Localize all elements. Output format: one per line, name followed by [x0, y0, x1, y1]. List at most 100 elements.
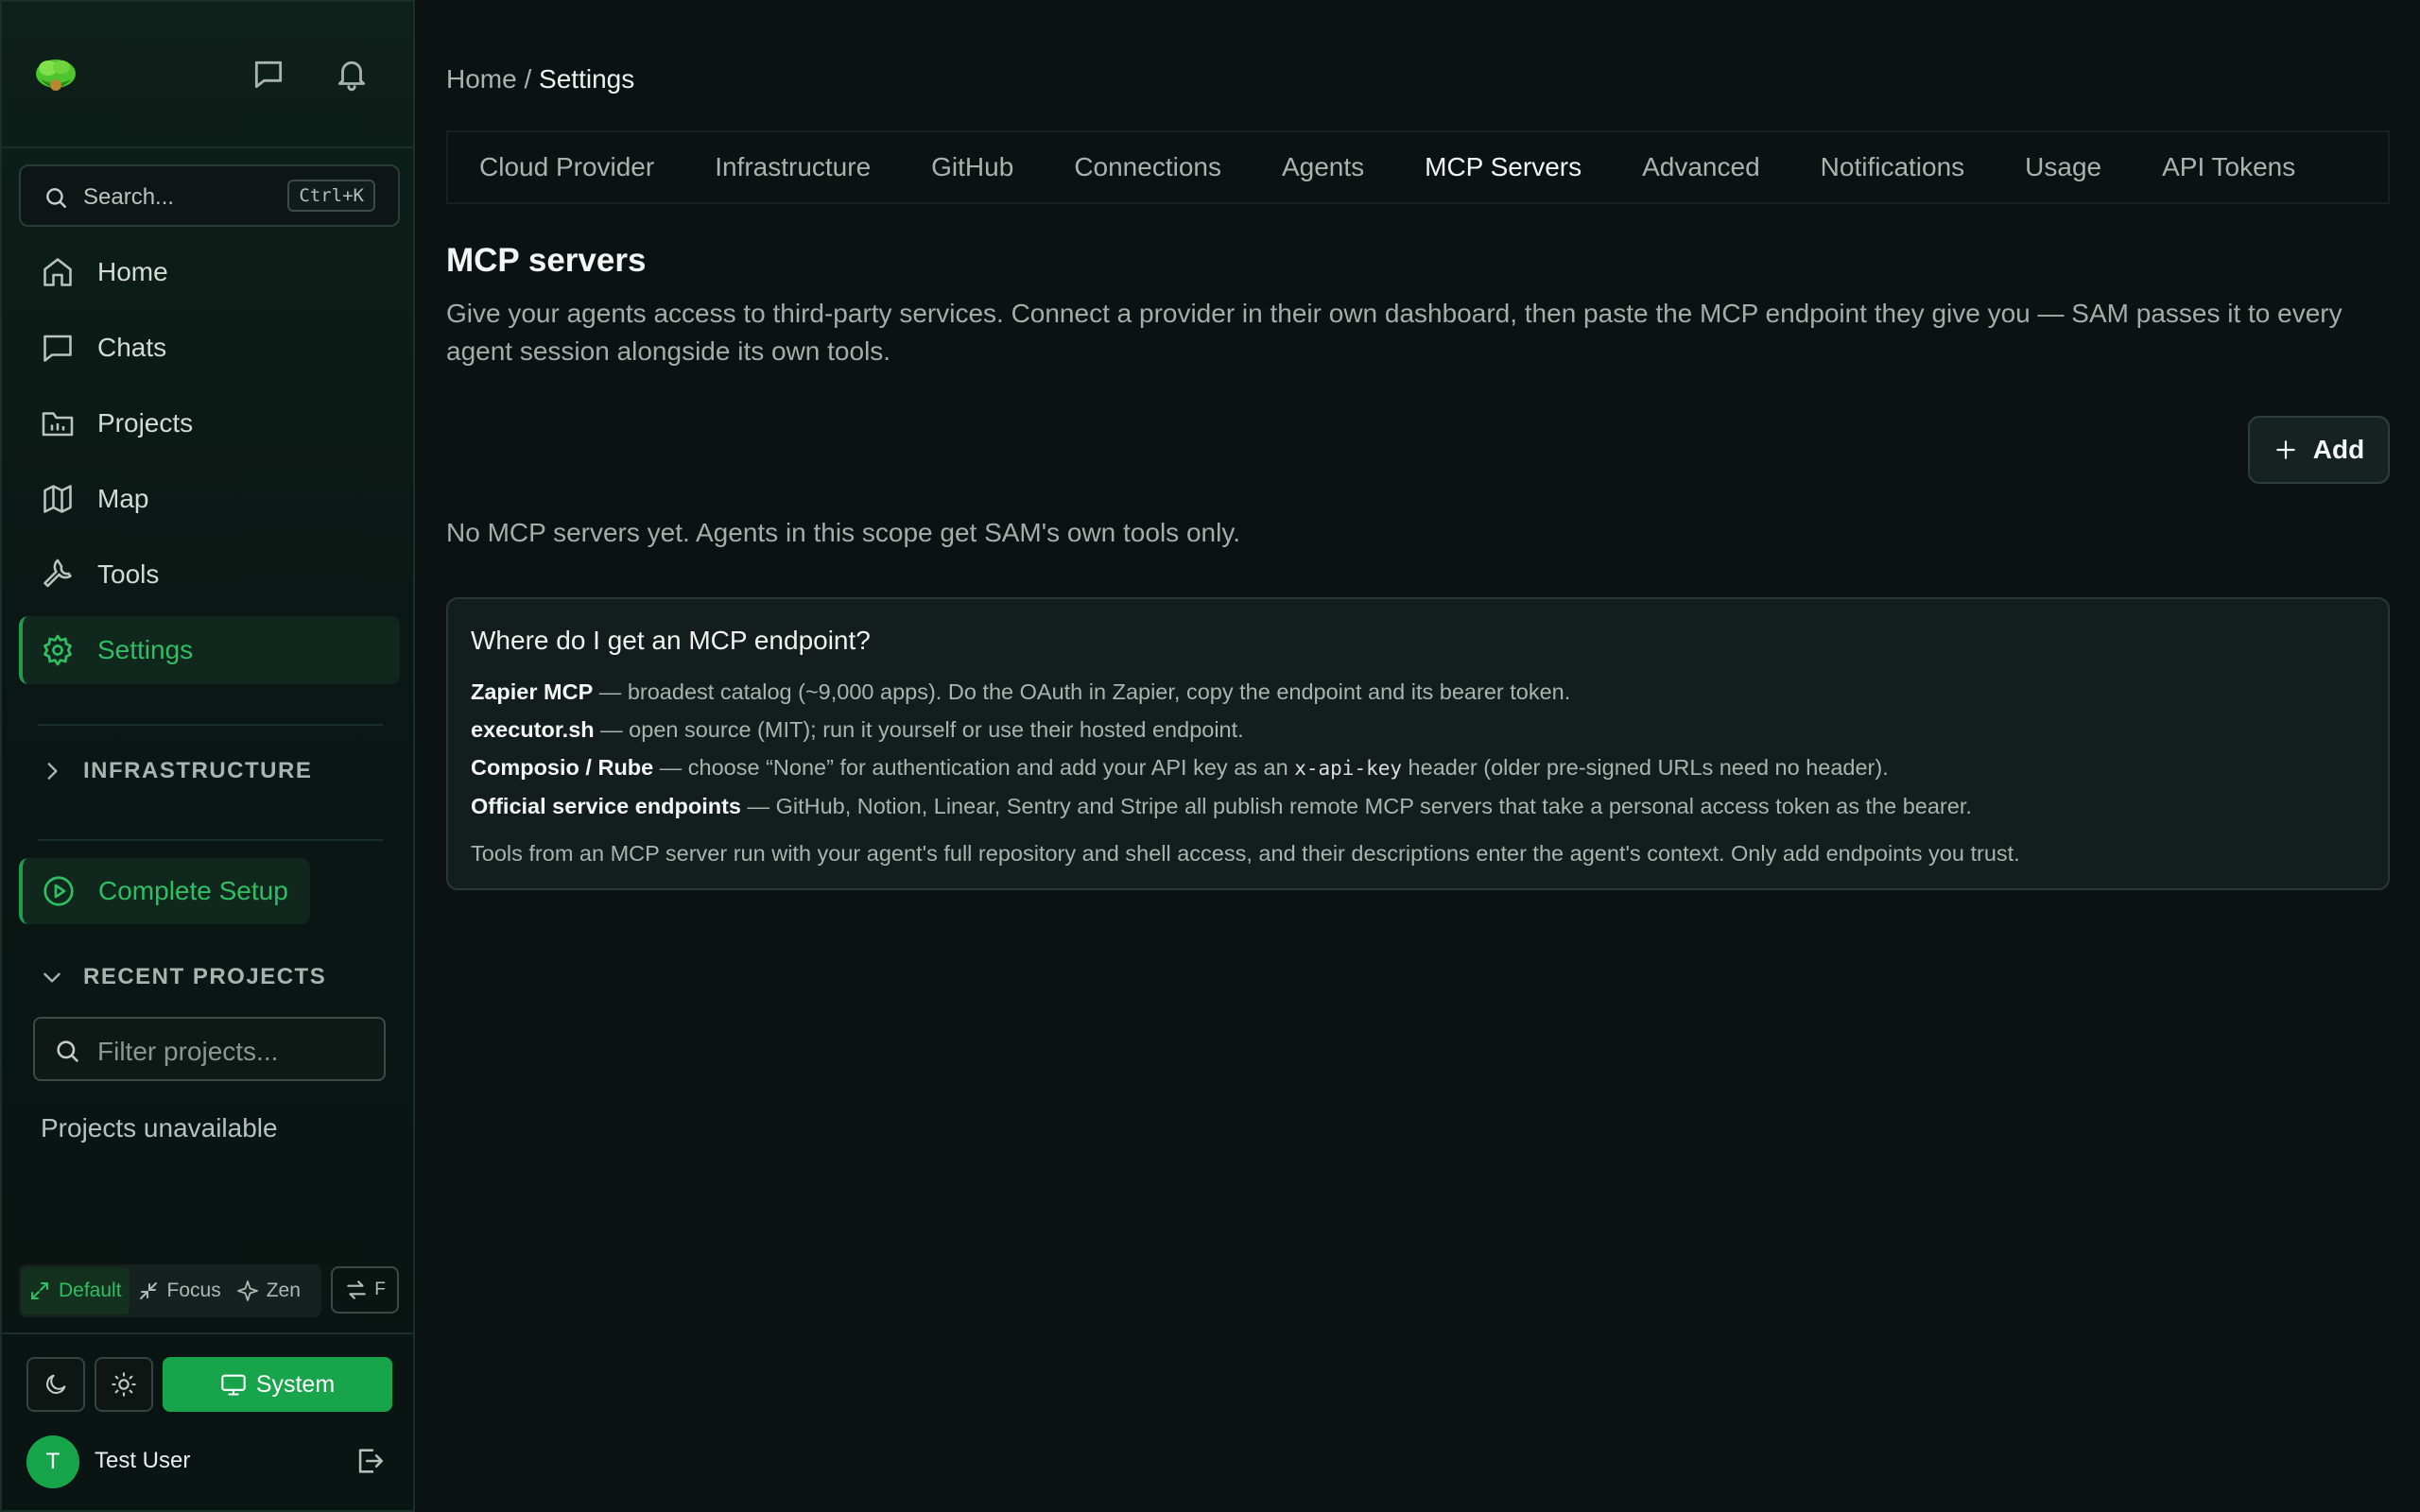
empty-state-message: No MCP servers yet. Agents in this scope…	[446, 518, 1241, 547]
sidebar-item-tools[interactable]: Tools	[19, 541, 400, 609]
mode-zen-button[interactable]: Zen	[229, 1267, 308, 1314]
provider-description: — open source (MIT); run it yourself or …	[594, 717, 1244, 742]
map-icon	[41, 482, 75, 516]
tab-connections[interactable]: Connections	[1074, 152, 1221, 182]
settings-tabs: Cloud Provider Infrastructure GitHub Con…	[446, 130, 2390, 204]
sun-icon	[112, 1372, 136, 1397]
dark-theme-button[interactable]	[26, 1357, 85, 1412]
system-theme-button[interactable]: System	[163, 1357, 392, 1412]
help-line-zapier: Zapier MCP — broadest catalog (~9,000 ap…	[471, 673, 2365, 711]
mcp-endpoint-help-card: Where do I get an MCP endpoint? Zapier M…	[446, 597, 2390, 890]
provider-description: — choose “None” for authentication and a…	[653, 755, 1295, 780]
user-name: Test User	[95, 1448, 191, 1473]
sidebar-item-map[interactable]: Map	[19, 465, 400, 533]
sidebar-nav: Home Chats Projects Map Tools Settings	[19, 238, 400, 692]
system-theme-label: System	[255, 1370, 336, 1398]
tab-usage[interactable]: Usage	[2025, 152, 2101, 182]
swap-layout-button[interactable]: F	[331, 1266, 399, 1314]
mode-focus-button[interactable]: Focus	[130, 1267, 229, 1314]
chevron-right-icon	[40, 759, 64, 783]
mode-label: Default	[59, 1280, 122, 1301]
swap-shortcut: F	[374, 1280, 386, 1299]
mode-label: Zen	[266, 1280, 301, 1301]
chat-icon[interactable]	[251, 57, 286, 93]
divider	[2, 1332, 413, 1334]
home-icon	[41, 255, 75, 289]
tab-agents[interactable]: Agents	[1282, 152, 1364, 182]
tab-github[interactable]: GitHub	[931, 152, 1013, 182]
sidebar-item-label: Map	[97, 484, 149, 513]
tab-infrastructure[interactable]: Infrastructure	[715, 152, 871, 182]
expand-icon	[31, 1282, 48, 1299]
breadcrumb-separator: /	[524, 64, 532, 94]
gear-icon	[41, 633, 75, 667]
search-icon	[43, 185, 68, 210]
help-card-title: Where do I get an MCP endpoint?	[471, 626, 871, 655]
avatar[interactable]: T	[26, 1435, 79, 1488]
chevron-down-icon	[40, 965, 64, 989]
search-placeholder: Search...	[83, 184, 175, 210]
light-theme-button[interactable]	[95, 1357, 153, 1412]
chat-icon	[41, 331, 75, 365]
shrink-icon	[139, 1282, 157, 1299]
help-line-executor: executor.sh — open source (MIT); run it …	[471, 711, 2365, 748]
sidebar-item-label: Settings	[97, 635, 194, 664]
provider-name: Composio / Rube	[471, 755, 654, 780]
provider-name: executor.sh	[471, 717, 595, 742]
play-circle-icon	[42, 874, 76, 908]
layout-mode-switcher: Default Focus Zen	[19, 1264, 321, 1317]
recent-projects-toggle[interactable]: RECENT PROJECTS	[40, 964, 326, 990]
bell-icon[interactable]	[334, 57, 370, 93]
complete-setup-label: Complete Setup	[98, 876, 288, 905]
sparkle-icon	[236, 1280, 258, 1301]
sidebar-item-home[interactable]: Home	[19, 238, 400, 306]
provider-description: header (older pre-signed URLs need no he…	[1402, 755, 1889, 780]
breadcrumb-home[interactable]: Home	[446, 64, 517, 94]
filter-projects-input[interactable]: Filter projects...	[33, 1017, 386, 1081]
logo-icon[interactable]	[33, 55, 78, 96]
add-mcp-server-button[interactable]: Add	[2248, 416, 2390, 484]
tab-mcp-servers[interactable]: MCP Servers	[1425, 152, 1582, 182]
tab-advanced[interactable]: Advanced	[1642, 152, 1760, 182]
complete-setup-button[interactable]: Complete Setup	[19, 858, 310, 924]
sidebar-item-label: Tools	[97, 559, 160, 589]
sidebar-item-label: Chats	[97, 333, 167, 362]
provider-description: — broadest catalog (~9,000 apps). Do the…	[593, 679, 1571, 704]
help-line-composio: Composio / Rube — choose “None” for auth…	[471, 748, 2365, 787]
sidebar-item-chats[interactable]: Chats	[19, 314, 400, 382]
sidebar-header	[2, 2, 413, 148]
sidebar-item-label: Projects	[97, 408, 194, 438]
page-title: MCP servers	[446, 242, 647, 279]
help-card-warning: Tools from an MCP server run with your a…	[471, 841, 2020, 866]
infrastructure-label: INFRASTRUCTURE	[83, 758, 313, 783]
recent-projects-label: RECENT PROJECTS	[83, 964, 327, 989]
sidebar-item-projects[interactable]: Projects	[19, 389, 400, 457]
tab-cloud-provider[interactable]: Cloud Provider	[479, 152, 654, 182]
sidebar-item-label: Home	[97, 257, 168, 286]
provider-name: Zapier MCP	[471, 679, 594, 704]
mode-label: Focus	[166, 1280, 221, 1301]
moon-icon	[46, 1374, 66, 1394]
search-icon	[54, 1038, 80, 1064]
provider-description: — GitHub, Notion, Linear, Sentry and Str…	[741, 794, 1972, 818]
infrastructure-toggle[interactable]: INFRASTRUCTURE	[40, 758, 312, 784]
logout-icon[interactable]	[354, 1445, 386, 1477]
divider	[38, 724, 383, 726]
help-line-official: Official service endpoints — GitHub, Not…	[471, 787, 2365, 825]
tab-api-tokens[interactable]: API Tokens	[2162, 152, 2295, 182]
sidebar-item-settings[interactable]: Settings	[19, 616, 400, 684]
header-code: x-api-key	[1294, 757, 1403, 780]
breadcrumb-current: Settings	[539, 64, 635, 94]
folder-icon	[41, 406, 75, 440]
page-description: Give your agents access to third-party s…	[446, 299, 2342, 366]
mode-default-button[interactable]: Default	[21, 1267, 130, 1314]
provider-name: Official service endpoints	[471, 794, 742, 818]
search-input[interactable]: Search... Ctrl+K	[19, 164, 400, 227]
swap-icon	[347, 1280, 366, 1299]
divider	[38, 839, 383, 841]
tab-notifications[interactable]: Notifications	[1821, 152, 1965, 182]
plus-icon	[2276, 440, 2295, 459]
breadcrumb: Home / Settings	[446, 64, 634, 94]
wrench-icon	[41, 558, 75, 592]
search-shortcut: Ctrl+K	[287, 180, 375, 212]
